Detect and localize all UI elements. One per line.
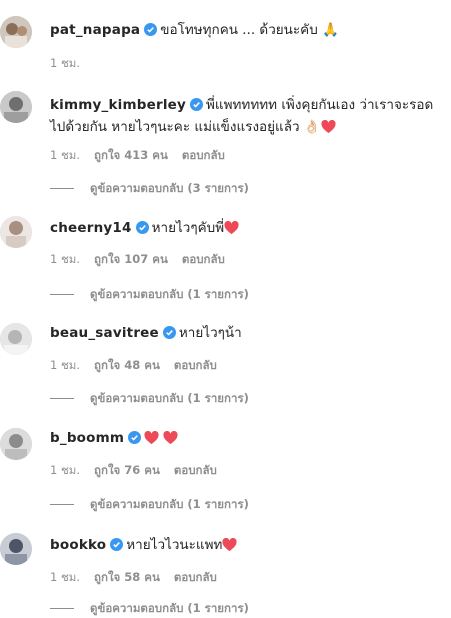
view-replies-button[interactable]: ดูข้อความตอบกลับ (1 รายการ)	[50, 390, 249, 408]
view-replies-button[interactable]: ดูข้อความตอบกลับ (1 รายการ)	[50, 496, 249, 514]
comment-text: หายไวๆน้า	[178, 325, 242, 341]
view-replies-button[interactable]: ดูข้อความตอบกลับ (3 รายการ)	[50, 180, 249, 198]
heart-icon	[222, 537, 237, 558]
verified-badge-icon	[135, 220, 149, 240]
view-replies-button[interactable]: ดูข้อความตอบกลับ (1 รายการ)	[50, 286, 249, 304]
reply-button[interactable]: ตอบกลับ	[174, 358, 217, 372]
avatar[interactable]	[0, 16, 32, 48]
heart-icon	[163, 430, 179, 451]
verified-badge-icon	[190, 97, 204, 117]
view-replies-line	[50, 398, 74, 399]
avatar[interactable]	[0, 428, 32, 460]
view-replies-line	[50, 608, 74, 609]
comment-username[interactable]: cheerny14	[50, 220, 132, 236]
comment-text: ขอโทษทุกคน ... ด้วยนะคับ 🙏	[160, 22, 339, 38]
like-count[interactable]: ถูกใจ 48 คน	[94, 358, 160, 372]
view-replies-button[interactable]: ดูข้อความตอบกลับ (1 รายการ)	[50, 600, 249, 618]
comment-username[interactable]: pat_napapa	[50, 22, 140, 38]
view-replies-label: ดูข้อความตอบกลับ (1 รายการ)	[90, 287, 249, 301]
view-replies-line	[50, 294, 74, 295]
comment-time[interactable]: 1 ชม.	[50, 358, 80, 372]
verified-badge-icon	[110, 537, 124, 557]
avatar[interactable]	[0, 533, 32, 565]
comment-text: หายไวไวนะแพท	[126, 537, 223, 553]
avatar[interactable]	[0, 323, 32, 355]
verified-badge-icon	[144, 22, 158, 42]
view-replies-label: ดูข้อความตอบกลับ (3 รายการ)	[90, 181, 249, 195]
view-replies-label: ดูข้อความตอบกลับ (1 รายการ)	[90, 497, 249, 511]
verified-badge-icon	[128, 430, 142, 450]
comment-username[interactable]: bookko	[50, 537, 106, 553]
heart-icon	[321, 119, 336, 140]
comment-username[interactable]: b_boomm	[50, 430, 124, 446]
heart-icon	[144, 430, 159, 451]
like-count[interactable]: ถูกใจ 58 คน	[94, 570, 160, 584]
comment-text: หายไวๆคับพี่	[151, 220, 225, 236]
comment-meta: 1 ชม. ถูกใจ 107 คน ตอบกลับ	[50, 251, 239, 269]
comment-time[interactable]: 1 ชม.	[50, 463, 80, 477]
comment-time[interactable]: 1 ชม.	[50, 56, 80, 70]
comment-meta: 1 ชม. ถูกใจ 48 คน ตอบกลับ	[50, 357, 231, 375]
comment-meta: 1 ชม. ถูกใจ 58 คน ตอบกลับ	[50, 569, 231, 587]
comment-username[interactable]: kimmy_kimberley	[50, 97, 186, 113]
comment-time[interactable]: 1 ชม.	[50, 148, 80, 162]
avatar[interactable]	[0, 91, 32, 123]
view-replies-line	[50, 188, 74, 189]
view-replies-label: ดูข้อความตอบกลับ (1 รายการ)	[90, 391, 249, 405]
like-count[interactable]: ถูกใจ 413 คน	[94, 148, 168, 162]
comment-meta: 1 ชม. ถูกใจ 413 คน ตอบกลับ	[50, 147, 239, 165]
comment-meta: 1 ชม. ถูกใจ 76 คน ตอบกลับ	[50, 462, 231, 480]
avatar[interactable]	[0, 216, 32, 248]
reply-button[interactable]: ตอบกลับ	[182, 148, 225, 162]
like-count[interactable]: ถูกใจ 76 คน	[94, 463, 160, 477]
verified-badge-icon	[162, 325, 176, 345]
like-count[interactable]: ถูกใจ 107 คน	[94, 252, 168, 266]
comment-meta: 1 ชม.	[50, 55, 94, 73]
heart-icon	[224, 220, 239, 241]
view-replies-label: ดูข้อความตอบกลับ (1 รายการ)	[90, 601, 249, 615]
reply-button[interactable]: ตอบกลับ	[174, 570, 217, 584]
comment-username[interactable]: beau_savitree	[50, 325, 159, 341]
reply-button[interactable]: ตอบกลับ	[174, 463, 217, 477]
reply-button[interactable]: ตอบกลับ	[182, 252, 225, 266]
view-replies-line	[50, 504, 74, 505]
comment-time[interactable]: 1 ชม.	[50, 570, 80, 584]
comment-time[interactable]: 1 ชม.	[50, 252, 80, 266]
